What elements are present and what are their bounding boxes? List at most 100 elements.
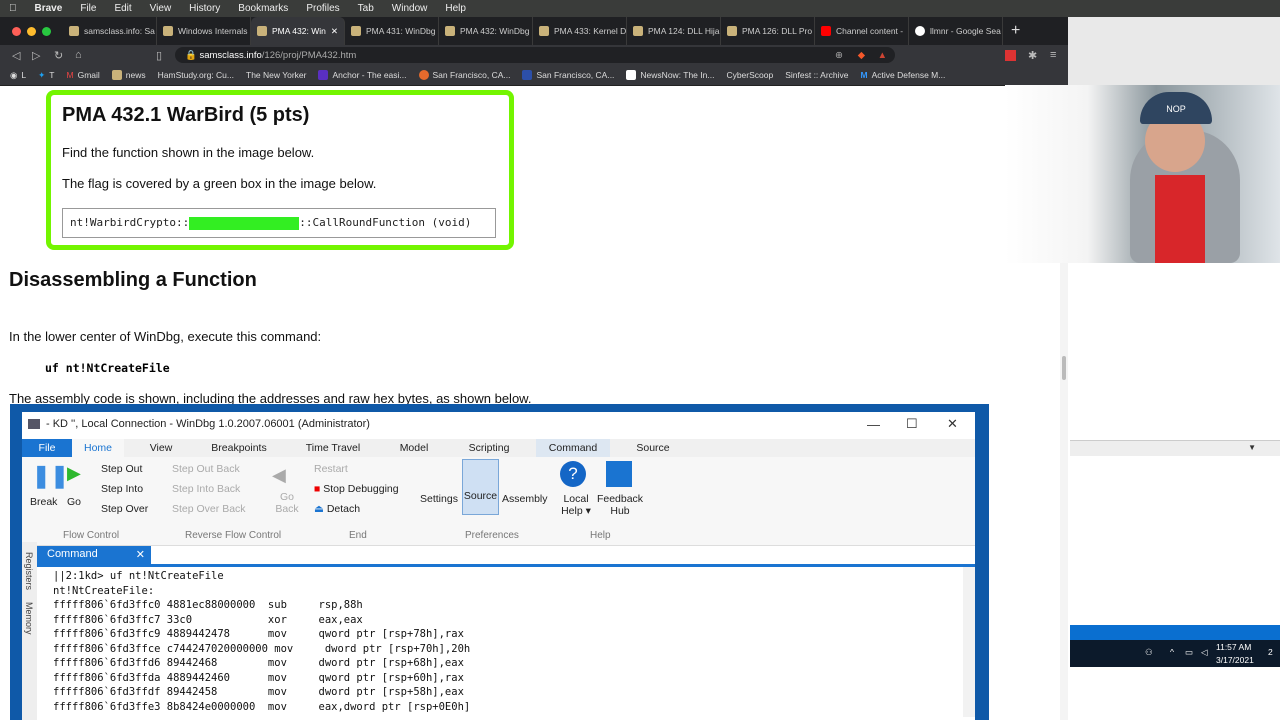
menu-window[interactable]: Window: [383, 3, 437, 14]
people-icon[interactable]: ⚇: [1145, 647, 1153, 658]
bookmark-gmail[interactable]: M Gmail: [66, 70, 99, 80]
tray-chevron-icon[interactable]: ^: [1170, 647, 1174, 657]
bookmark-item[interactable]: CyberScoop: [726, 70, 773, 80]
home-icon[interactable]: ⌂: [75, 49, 82, 61]
tab-pma432-active[interactable]: PMA 432: Win ✕: [251, 17, 345, 45]
local-help-button[interactable]: Local Help ▾: [556, 493, 596, 517]
bookmark-item[interactable]: San Francisco, CA...: [418, 70, 510, 80]
tab-pma126[interactable]: PMA 126: DLL Pro: [721, 17, 815, 45]
go-back-button[interactable]: Go Back: [274, 491, 300, 515]
zoom-icon[interactable]: ⊕: [835, 50, 843, 61]
url-host: samsclass.info: [199, 49, 262, 61]
menu-edit[interactable]: Edit: [105, 3, 140, 14]
close-window-button[interactable]: [12, 26, 21, 36]
maximize-icon[interactable]: ☐: [906, 416, 918, 432]
memory-tab[interactable]: Memory: [24, 602, 34, 635]
ribbon-tab-breakpoints[interactable]: Breakpoints: [198, 439, 280, 457]
ribbon-tab-time-travel[interactable]: Time Travel: [280, 439, 386, 457]
maximize-window-button[interactable]: [42, 26, 51, 36]
restart-button[interactable]: Restart: [314, 463, 348, 475]
favicon-icon: [418, 70, 429, 80]
menu-profiles[interactable]: Profiles: [297, 3, 348, 14]
apple-icon[interactable]: : [0, 3, 26, 14]
volume-muted-icon[interactable]: ◁: [1201, 647, 1208, 658]
bookmark-item[interactable]: The New Yorker: [246, 70, 306, 80]
step-out-button[interactable]: Step Out: [101, 463, 142, 475]
command-tab[interactable]: Command ✕: [37, 546, 151, 564]
bookmark-icon[interactable]: ▯: [156, 49, 162, 62]
stop-debugging-button[interactable]: ■ Stop Debugging: [314, 483, 399, 495]
tab-samsclass[interactable]: samsclass.info: Sa: [63, 17, 157, 45]
go-button[interactable]: Go: [67, 496, 81, 508]
minimize-window-button[interactable]: [27, 26, 36, 36]
brave-rewards-icon[interactable]: ▲: [878, 50, 887, 61]
ribbon-tab-view[interactable]: View: [124, 439, 198, 457]
break-button[interactable]: Break: [30, 496, 57, 508]
extensions-puzzle-icon[interactable]: ✱: [1028, 49, 1037, 62]
clock-time[interactable]: 11:57 AM: [1216, 642, 1251, 652]
registers-tab[interactable]: Registers: [24, 552, 34, 590]
menu-view[interactable]: View: [141, 3, 181, 14]
go-play-icon[interactable]: ▶: [67, 463, 81, 484]
menu-bookmarks[interactable]: Bookmarks: [229, 3, 297, 14]
new-tab-button[interactable]: +: [1003, 22, 1020, 40]
bookmark-item[interactable]: ✦ T: [38, 70, 54, 81]
settings-button[interactable]: Settings: [420, 493, 458, 505]
output-line: fffff806`6fd3ffda 4889442460 mov qword p…: [53, 671, 464, 684]
tab-pma124[interactable]: PMA 124: DLL Hija: [627, 17, 721, 45]
output-line: fffff806`6fd3ffc0 4881ec88000000 sub rsp…: [53, 599, 363, 611]
tab-google[interactable]: llmnr - Google Sea: [909, 17, 1003, 45]
tab-youtube[interactable]: Channel content -: [815, 17, 909, 45]
ribbon-tab-command[interactable]: Command: [536, 439, 610, 457]
pause-icon[interactable]: ❚❚: [32, 463, 69, 489]
menu-help[interactable]: Help: [436, 3, 475, 14]
close-tab-icon[interactable]: ✕: [136, 548, 145, 561]
tab-pma431[interactable]: PMA 431: WinDbg: [345, 17, 439, 45]
ribbon-tab-file[interactable]: File: [22, 439, 72, 457]
ribbon-tab-model[interactable]: Model: [386, 439, 442, 457]
tab-pma432[interactable]: PMA 432: WinDbg: [439, 17, 533, 45]
menu-icon[interactable]: ≡: [1050, 49, 1056, 61]
source-button[interactable]: Source: [462, 459, 499, 515]
back-icon[interactable]: ◁: [12, 49, 20, 62]
challenge-code: nt!WarbirdCrypto::::CallRoundFunction (v…: [62, 208, 496, 238]
bookmark-item[interactable]: news: [111, 70, 146, 80]
bookmark-item[interactable]: Anchor - The easi...: [318, 70, 407, 80]
reload-icon[interactable]: ↻: [54, 49, 63, 62]
menu-history[interactable]: History: [180, 3, 229, 14]
menu-app[interactable]: Brave: [26, 3, 72, 14]
network-icon[interactable]: ▭: [1185, 647, 1193, 658]
address-bar[interactable]: 🔒 samsclass.info/126/proj/PMA432.htm ⊕ ◆…: [175, 47, 895, 63]
notification-count[interactable]: 2: [1268, 647, 1273, 657]
step-out-back-button[interactable]: Step Out Back: [172, 463, 240, 475]
output-scrollbar[interactable]: [963, 567, 975, 717]
ribbon-tab-source[interactable]: Source: [610, 439, 696, 457]
bookmark-item[interactable]: ◉ L: [10, 70, 26, 81]
clock-date[interactable]: 3/17/2021: [1216, 655, 1254, 665]
extension-icon[interactable]: [1005, 49, 1016, 61]
close-tab-icon[interactable]: ✕: [331, 26, 338, 37]
menu-tab[interactable]: Tab: [349, 3, 383, 14]
ribbon-tab-scripting[interactable]: Scripting: [442, 439, 536, 457]
forward-icon[interactable]: ▷: [32, 49, 40, 62]
close-icon[interactable]: ✕: [947, 416, 958, 432]
step-into-back-button[interactable]: Step Into Back: [172, 483, 240, 495]
step-into-button[interactable]: Step Into: [101, 483, 143, 495]
feedback-hub-button[interactable]: Feedback Hub: [596, 493, 644, 517]
step-over-back-button[interactable]: Step Over Back: [172, 503, 246, 515]
minimize-icon[interactable]: —: [867, 417, 880, 432]
step-over-button[interactable]: Step Over: [101, 503, 148, 515]
brave-shields-icon[interactable]: ◆: [858, 50, 865, 61]
assembly-button[interactable]: Assembly: [502, 493, 548, 505]
detach-button[interactable]: ⏏ Detach: [314, 503, 360, 515]
bookmark-item[interactable]: M Active Defense M...: [861, 70, 946, 80]
ribbon-tab-home[interactable]: Home: [72, 439, 124, 457]
bookmark-item[interactable]: Sinfest :: Archive: [785, 70, 848, 80]
tab-pma433[interactable]: PMA 433: Kernel D: [533, 17, 627, 45]
menu-file[interactable]: File: [71, 3, 105, 14]
bookmark-item[interactable]: NewsNow: The In...: [626, 70, 714, 80]
tab-windows-internals[interactable]: Windows Internals: [157, 17, 251, 45]
bookmark-item[interactable]: San Francisco, CA...: [522, 70, 614, 80]
dropdown-icon[interactable]: ▼: [1248, 443, 1256, 452]
bookmark-item[interactable]: HamStudy.org: Cu...: [158, 70, 234, 80]
